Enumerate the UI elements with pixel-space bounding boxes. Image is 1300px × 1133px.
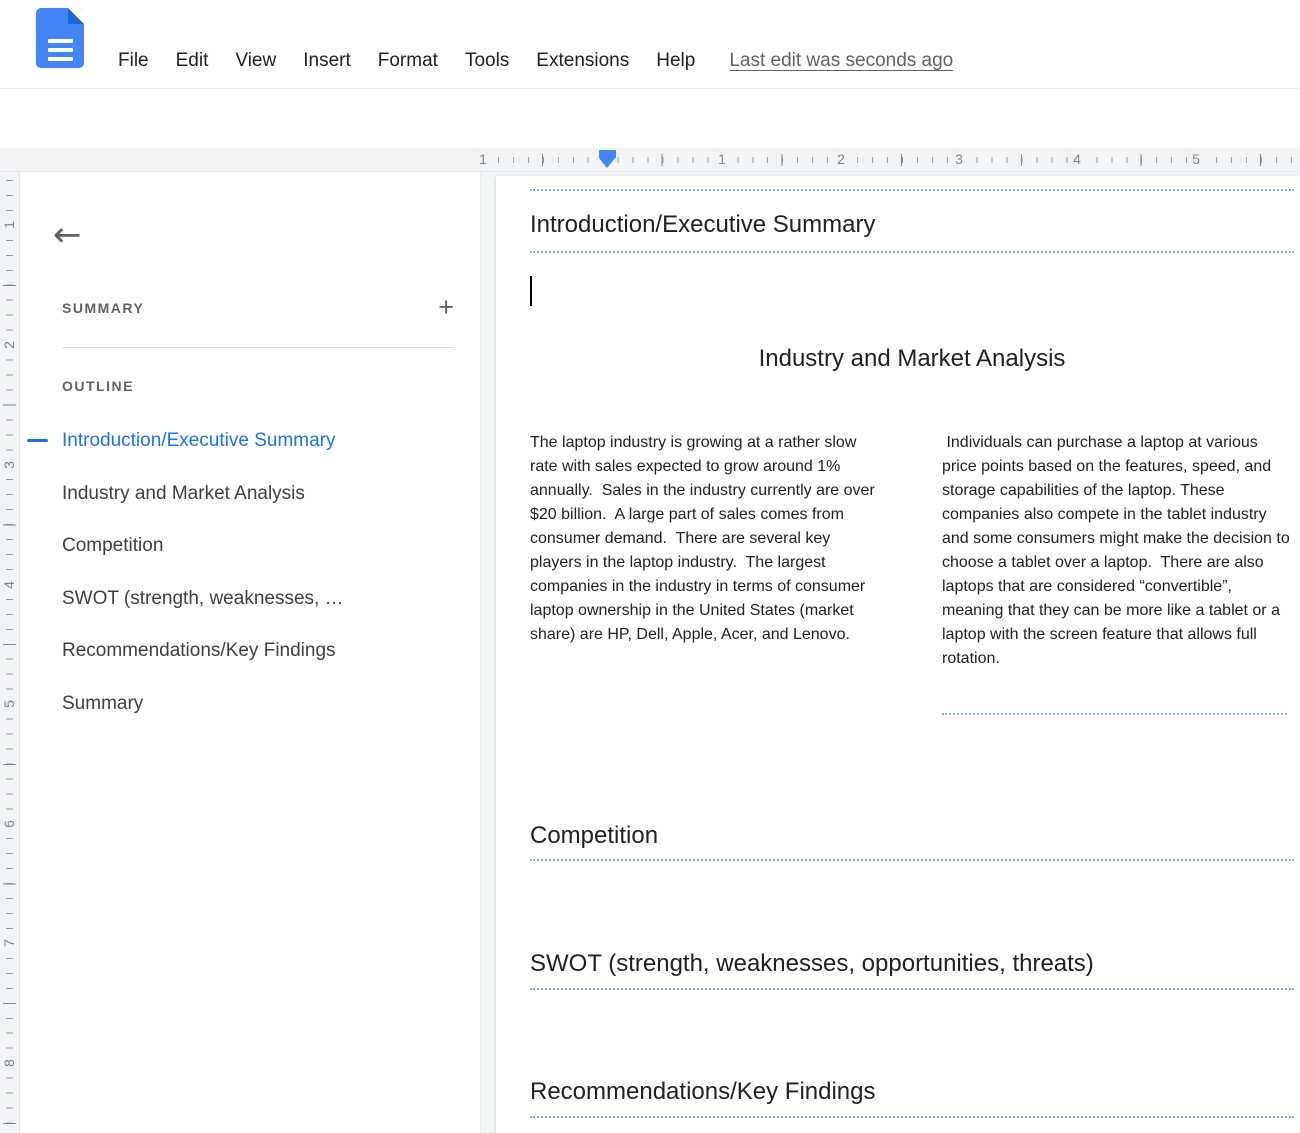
toolbar: 75% Heading 2 Arial − 16 + B I U A [0, 88, 1300, 148]
close-outline-icon[interactable]: ← [53, 218, 82, 252]
outline-sidebar: ← SUMMARY + OUTLINE Introduction/Executi… [20, 172, 481, 1133]
doc-heading-competition[interactable]: Competition [530, 820, 658, 852]
menu-items: File Edit View Insert Format Tools Exten… [118, 50, 695, 72]
indent-marker[interactable] [599, 150, 616, 168]
summary-label: SUMMARY [62, 300, 144, 316]
logo-line [48, 48, 73, 52]
outline-item-label: Industry and Market Analysis [62, 483, 305, 505]
outline-item[interactable]: Competition [20, 520, 480, 573]
document-canvas: Introduction/Executive Summary Industry … [481, 172, 1300, 1133]
panel-divider [62, 347, 454, 348]
ruler-number: 4 [1, 577, 17, 593]
menu-item[interactable]: Edit [176, 50, 209, 72]
first-line-indent-marker[interactable] [599, 158, 615, 168]
ruler-number: 5 [1, 696, 17, 712]
left-indent-marker[interactable] [599, 150, 616, 158]
outline-item[interactable]: Industry and Market Analysis [20, 468, 480, 521]
doc-body-column-left[interactable]: The laptop industry is growing at a rath… [530, 431, 877, 647]
outline-item-label: Competition [62, 535, 163, 557]
ruler-number: 2 [1, 337, 17, 353]
menu-item[interactable]: Tools [465, 50, 509, 72]
section-boundary-line [530, 251, 1294, 253]
document-page[interactable]: Introduction/Executive Summary Industry … [496, 176, 1300, 1133]
ruler-number: 1 [476, 150, 490, 169]
section-boundary-line [530, 859, 1294, 861]
section-boundary-line [530, 1116, 1294, 1118]
ruler-number: 3 [952, 150, 966, 169]
outline-item-label: Summary [62, 693, 143, 715]
doc-heading-introduction[interactable]: Introduction/Executive Summary [530, 209, 875, 241]
ruler-number: 5 [1189, 150, 1203, 169]
section-boundary-line [530, 988, 1294, 990]
logo-fold [68, 8, 84, 24]
doc-heading-recommendations[interactable]: Recommendations/Key Findings [530, 1076, 876, 1108]
header: File Edit View Insert Format Tools Exten… [0, 0, 1300, 88]
outline-item[interactable]: Summary [20, 678, 480, 731]
menu-item[interactable]: Format [378, 50, 438, 72]
last-edit-status[interactable]: Last edit was seconds ago [729, 50, 953, 72]
ruler-ticks [542, 154, 1300, 166]
ruler-number: 1 [715, 150, 729, 169]
ruler-number: 1 [1, 217, 17, 233]
google-docs-logo-icon[interactable] [36, 8, 84, 68]
ruler-number: 6 [1, 816, 17, 832]
vertical-ruler: 1 2 3 4 5 6 7 8 [0, 172, 20, 1133]
outline-item[interactable]: Recommendations/Key Findings [20, 625, 480, 678]
ruler-number: 7 [1, 935, 17, 951]
menu-item[interactable]: File [118, 50, 149, 72]
menu-bar: File Edit View Insert Format Tools Exten… [118, 46, 953, 76]
text-cursor [530, 276, 532, 306]
outline-item-label: Recommendations/Key Findings [62, 640, 336, 662]
doc-heading-swot[interactable]: SWOT (strength, weaknesses, opportunitie… [530, 948, 1094, 980]
outline-item[interactable]: SWOT (strength, weaknesses, … [20, 573, 480, 626]
horizontal-ruler: 1 1 2 3 4 5 [0, 148, 1300, 172]
menu-item[interactable]: View [235, 50, 276, 72]
ruler-number: 8 [1, 1055, 17, 1071]
outline-list: Introduction/Executive Summary Industry … [20, 415, 480, 730]
summary-header: SUMMARY + [62, 294, 454, 321]
logo-line [48, 39, 73, 43]
google-docs-app: File Edit View Insert Format Tools Exten… [0, 0, 1300, 1133]
ruler-number: 2 [834, 150, 848, 169]
ruler-number: 4 [1070, 150, 1084, 169]
outline-item-label: SWOT (strength, weaknesses, … [62, 588, 344, 610]
menu-item[interactable]: Help [656, 50, 695, 72]
ruler-number: 3 [1, 457, 17, 473]
logo-line [48, 57, 73, 61]
outline-item-label: Introduction/Executive Summary [62, 430, 336, 452]
active-heading-indicator [27, 439, 48, 442]
add-summary-button[interactable]: + [438, 294, 454, 321]
section-boundary-line [942, 713, 1287, 715]
doc-body-column-right[interactable]: Individuals can purchase a laptop at var… [942, 431, 1290, 671]
outline-label: OUTLINE [62, 378, 134, 394]
doc-heading-industry[interactable]: Industry and Market Analysis [530, 343, 1294, 375]
outline-item[interactable]: Introduction/Executive Summary [20, 415, 480, 468]
menu-item[interactable]: Insert [303, 50, 351, 72]
section-boundary-line [530, 189, 1294, 191]
menu-item[interactable]: Extensions [536, 50, 629, 72]
